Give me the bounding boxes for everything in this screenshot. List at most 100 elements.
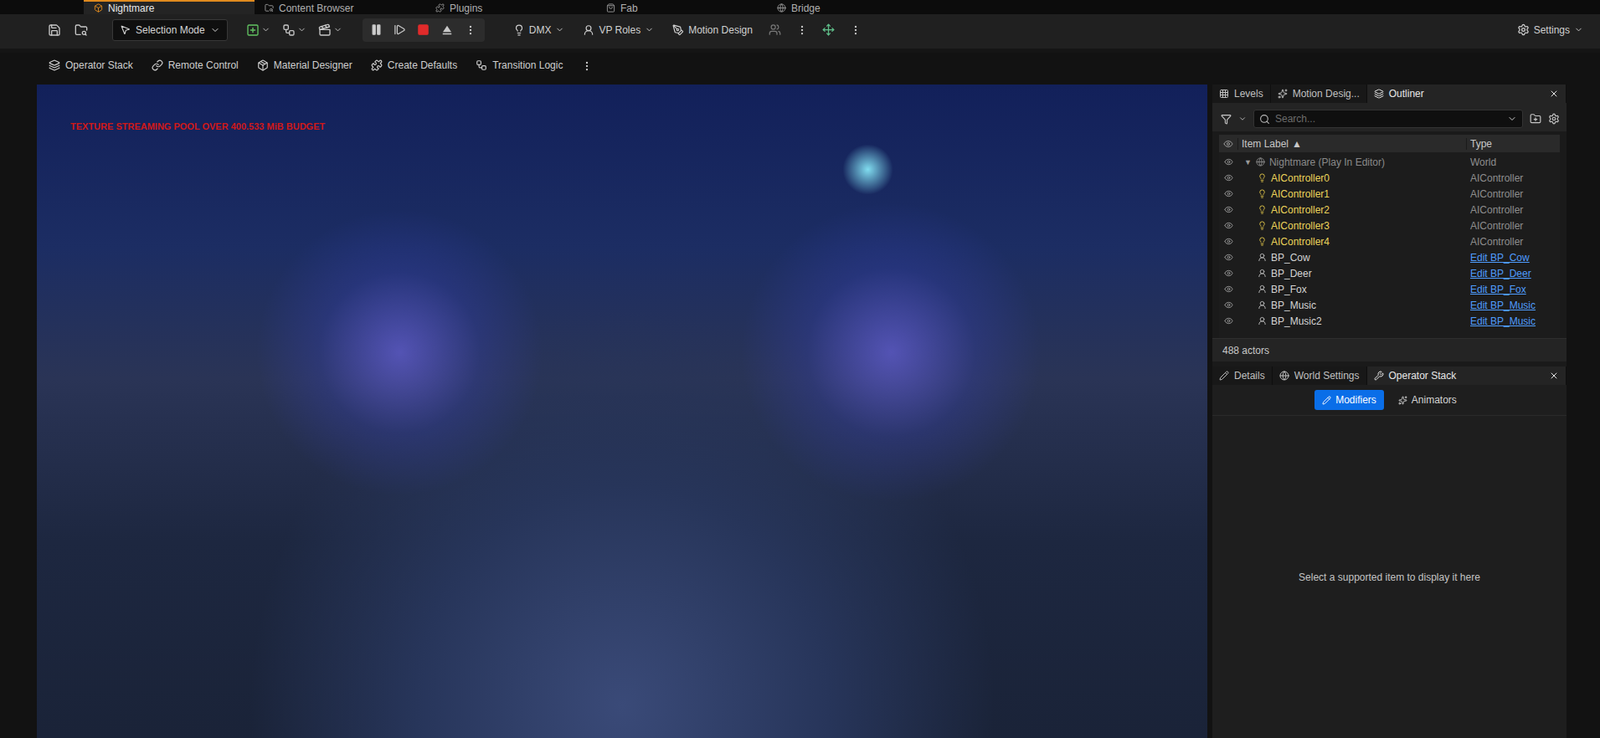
- stack-mode-row: Modifiers Animators: [1212, 385, 1567, 416]
- transform-icon: [822, 23, 835, 37]
- document-tab[interactable]: Bridge: [766, 0, 938, 15]
- browse-button[interactable]: [70, 18, 93, 42]
- eject-button[interactable]: [436, 18, 458, 42]
- tool-icon: [475, 59, 488, 72]
- filter-icon[interactable]: [1220, 113, 1232, 125]
- outliner-row[interactable]: BP_CowEdit BP_Cow: [1219, 249, 1560, 266]
- eject-icon: [439, 22, 455, 38]
- pause-button[interactable]: [365, 18, 388, 42]
- settings-menu[interactable]: Settings: [1510, 18, 1590, 42]
- search-field[interactable]: Search...: [1253, 109, 1523, 129]
- tab-icon: [264, 3, 274, 13]
- quick-button[interactable]: Operator Stack: [43, 54, 139, 77]
- gear-icon: [1517, 23, 1530, 37]
- column-header[interactable]: Item Label▲: [1237, 138, 1467, 150]
- editor-window: NightmareContent BrowserPluginsFabBridge…: [0, 0, 1600, 738]
- workspace: TEXTURE STREAMING POOL OVER 400.533 MiB …: [0, 84, 1600, 738]
- chevron-down-icon: [555, 25, 565, 35]
- transform-button[interactable]: [818, 18, 840, 42]
- animator-icon: [1398, 396, 1408, 406]
- eye-icon[interactable]: [1224, 284, 1234, 294]
- game-viewport[interactable]: TEXTURE STREAMING POOL OVER 400.533 MiB …: [36, 84, 1208, 738]
- details-icon: [1219, 370, 1230, 381]
- controller-icon: [1257, 205, 1267, 215]
- world-icon: [1279, 370, 1290, 381]
- eye-icon[interactable]: [1224, 316, 1234, 326]
- outliner-row[interactable]: BP_FoxEdit BP_Fox: [1219, 281, 1560, 298]
- eye-icon[interactable]: [1224, 252, 1234, 263]
- add-actor-button[interactable]: [242, 18, 274, 42]
- toolbar-menu[interactable]: VP Roles: [576, 18, 661, 42]
- panel-tab[interactable]: World Settings: [1272, 366, 1368, 386]
- levels-icon: [1219, 88, 1230, 99]
- chevron-down-icon: [1238, 114, 1247, 124]
- panel-tab[interactable]: Operator Stack: [1367, 366, 1568, 386]
- modifier-icon: [1322, 396, 1332, 406]
- outliner-row[interactable]: AIController4AIController: [1219, 233, 1560, 250]
- users-button[interactable]: [764, 18, 787, 42]
- quick-button[interactable]: Transition Logic: [470, 54, 568, 77]
- world-icon: [1255, 157, 1266, 167]
- outliner-row[interactable]: ▼Nightmare (Play In Editor)World: [1219, 154, 1560, 170]
- chevron-down-icon: [333, 25, 343, 35]
- eye-icon[interactable]: [1224, 236, 1234, 247]
- stack-icon: [1373, 370, 1384, 381]
- outliner-row[interactable]: AIController2AIController: [1219, 201, 1560, 218]
- panel-tab[interactable]: Details: [1212, 366, 1273, 386]
- column-header[interactable]: Type: [1466, 138, 1560, 150]
- stop-button[interactable]: [412, 18, 435, 42]
- eye-icon[interactable]: [1224, 221, 1234, 231]
- tool-icon: [370, 59, 383, 72]
- details-tabs: DetailsWorld SettingsOperator Stack: [1212, 366, 1567, 386]
- document-tab-bar: NightmareContent BrowserPluginsFabBridge: [0, 0, 1600, 15]
- play-options-button[interactable]: [459, 18, 482, 42]
- mode-button[interactable]: Animators: [1390, 390, 1465, 411]
- panel-tab[interactable]: Levels: [1212, 84, 1271, 103]
- outliner-row[interactable]: BP_MusicEdit BP_Music: [1219, 297, 1560, 314]
- more-button[interactable]: [844, 18, 867, 42]
- outliner-row[interactable]: AIController3AIController: [1219, 217, 1560, 234]
- panel-tab[interactable]: Motion Desig...: [1270, 84, 1368, 103]
- panel-tab[interactable]: Outliner: [1367, 84, 1567, 103]
- eye-icon[interactable]: [1224, 157, 1234, 167]
- document-tab[interactable]: Content Browser: [254, 0, 426, 15]
- actor-icon: [1257, 316, 1267, 326]
- outliner-row[interactable]: AIController1AIController: [1219, 185, 1560, 202]
- outliner-row[interactable]: BP_Music2Edit BP_Music: [1219, 313, 1560, 330]
- document-tab[interactable]: Nightmare: [83, 0, 255, 15]
- outliner-search-row: Search...: [1212, 102, 1567, 132]
- cinematics-button[interactable]: [314, 18, 346, 42]
- eye-icon[interactable]: [1224, 173, 1234, 183]
- toolbar-menu[interactable]: DMX: [506, 18, 572, 42]
- gear-icon[interactable]: [1548, 113, 1560, 125]
- play-controls: [362, 18, 485, 42]
- close-icon[interactable]: [1548, 88, 1559, 99]
- menu-icon: [672, 24, 685, 37]
- outliner-row[interactable]: BP_DeerEdit BP_Deer: [1219, 265, 1560, 282]
- menu-icon: [582, 24, 595, 37]
- close-icon[interactable]: [1548, 370, 1559, 381]
- step-button[interactable]: [389, 18, 412, 42]
- new-folder-icon[interactable]: [1529, 113, 1542, 125]
- document-tab[interactable]: Plugins: [425, 0, 597, 15]
- eye-icon[interactable]: [1224, 205, 1234, 215]
- document-tab[interactable]: Fab: [596, 0, 767, 15]
- eye-icon[interactable]: [1224, 300, 1234, 310]
- toolbar-menu[interactable]: Motion Design: [665, 18, 760, 42]
- outliner-row[interactable]: AIController0AIController: [1219, 169, 1560, 186]
- quick-button[interactable]: Create Defaults: [365, 54, 463, 77]
- quick-button[interactable]: Remote Control: [146, 54, 244, 77]
- blueprint-button[interactable]: [278, 18, 310, 42]
- more-button[interactable]: [791, 18, 813, 42]
- more-button[interactable]: [576, 54, 598, 78]
- save-button[interactable]: [43, 18, 66, 42]
- eye-icon[interactable]: [1224, 268, 1234, 278]
- chevron-down-icon: [297, 25, 307, 35]
- blueprint-icon: [282, 23, 296, 37]
- folder-search-icon: [74, 23, 88, 37]
- outliner-tabs: LevelsMotion Desig...Outliner: [1212, 84, 1567, 103]
- quick-button[interactable]: Material Designer: [252, 54, 358, 77]
- eye-icon[interactable]: [1224, 189, 1234, 199]
- mode-button[interactable]: Modifiers: [1314, 390, 1384, 411]
- mode-dropdown[interactable]: Selection Mode: [112, 19, 228, 42]
